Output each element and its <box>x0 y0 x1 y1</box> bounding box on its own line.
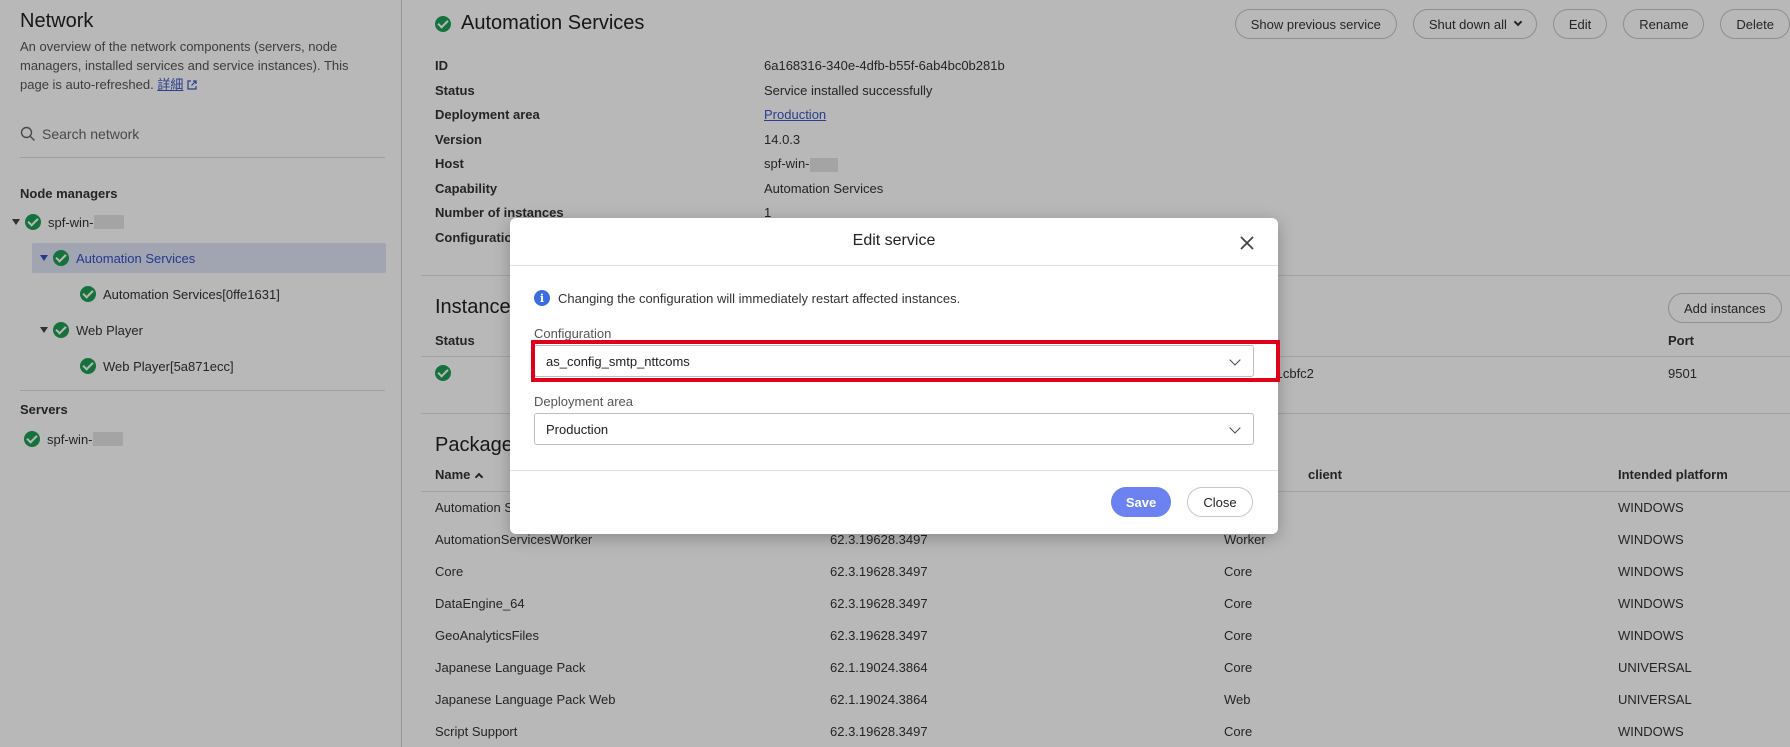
save-button[interactable]: Save <box>1111 487 1171 517</box>
configuration-select[interactable]: as_config_smtp_nttcoms <box>534 345 1254 377</box>
deployment-area-select[interactable]: Production <box>534 413 1254 445</box>
dialog-divider <box>510 265 1278 266</box>
dialog-divider <box>510 470 1278 471</box>
configuration-label: Configuration <box>534 326 612 341</box>
chevron-down-icon <box>1229 422 1241 434</box>
configuration-value: as_config_smtp_nttcoms <box>546 353 690 369</box>
deployment-area-label: Deployment area <box>534 394 633 409</box>
close-button[interactable]: Close <box>1187 487 1253 517</box>
info-text: Changing the configuration will immediat… <box>558 290 961 306</box>
edit-service-dialog: Edit service i Changing the configuratio… <box>510 218 1280 534</box>
chevron-down-icon <box>1229 354 1241 366</box>
dialog-title: Edit service <box>852 232 936 249</box>
info-message: i Changing the configuration will immedi… <box>534 290 960 306</box>
close-icon[interactable] <box>1238 234 1256 252</box>
info-icon: i <box>534 290 550 306</box>
deployment-area-value: Production <box>546 421 609 437</box>
